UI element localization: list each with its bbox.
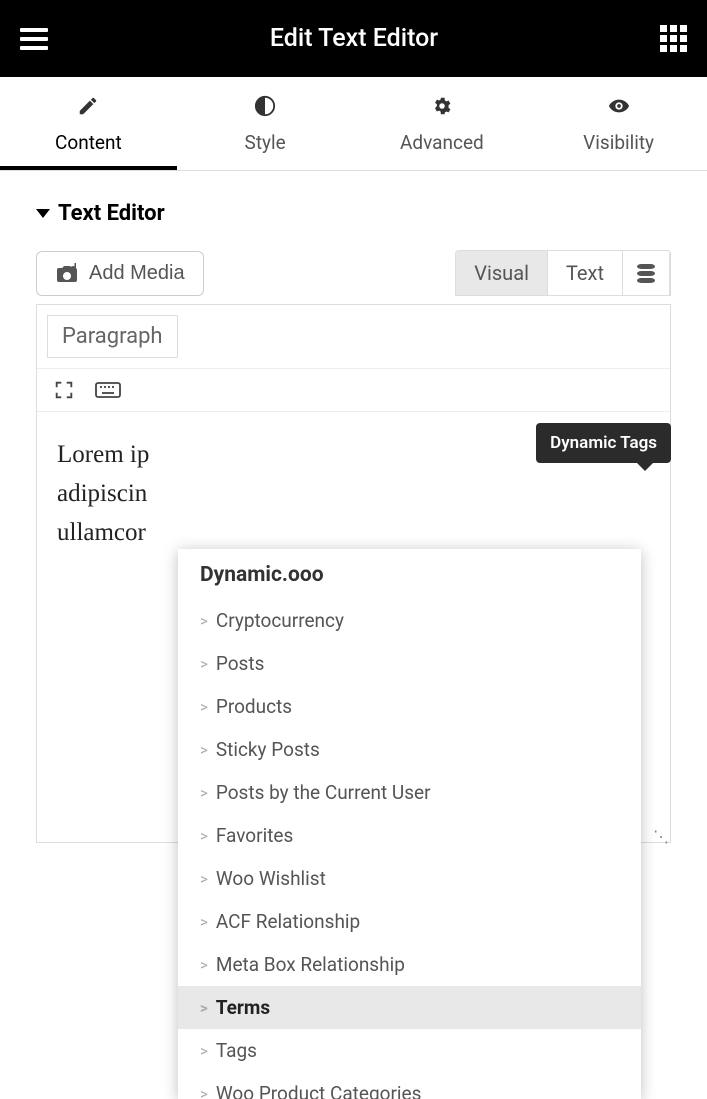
resize-handle[interactable]	[654, 826, 668, 840]
content-panel: Text Editor Add Media Visual Text Paragr…	[0, 171, 707, 843]
dropdown-item-label: Meta Box Relationship	[216, 953, 405, 976]
editor-text: Lorem ip adipiscin ullamcor	[57, 441, 149, 546]
section-header[interactable]: Text Editor	[36, 201, 671, 226]
chevron-right-icon: >	[200, 870, 208, 888]
tab-content[interactable]: Content	[0, 77, 177, 170]
add-media-label: Add Media	[89, 262, 185, 285]
page-title: Edit Text Editor	[270, 24, 438, 53]
dropdown-item[interactable]: > Favorites	[178, 814, 641, 857]
dynamic-tags-dropdown: Dynamic.ooo > Cryptocurrency > Posts > Produc…	[178, 549, 641, 1099]
dropdown-item-label: Posts	[216, 652, 265, 675]
chevron-right-icon: >	[200, 784, 208, 802]
caret-down-icon	[36, 209, 50, 218]
dropdown-item[interactable]: > Sticky Posts	[178, 728, 641, 771]
tab-text[interactable]: Text	[548, 251, 623, 295]
menu-icon[interactable]	[20, 28, 48, 50]
chevron-right-icon: >	[200, 741, 208, 759]
dynamic-tags-tooltip: Dynamic Tags	[536, 423, 671, 463]
dropdown-item-label: Terms	[216, 996, 270, 1019]
dropdown-item[interactable]: > Cryptocurrency	[178, 599, 641, 642]
tab-label: Visibility	[583, 131, 654, 154]
dropdown-item[interactable]: > Terms	[178, 986, 641, 1029]
tab-visibility[interactable]: Visibility	[530, 77, 707, 170]
tab-style[interactable]: Style	[177, 77, 354, 170]
chevron-right-icon: >	[200, 827, 208, 845]
dropdown-item-label: Woo Product Categories	[216, 1082, 422, 1099]
tab-visual[interactable]: Visual	[456, 251, 548, 295]
editor-format-bar: Paragraph	[37, 305, 670, 369]
tab-advanced[interactable]: Advanced	[354, 77, 531, 170]
dropdown-item[interactable]: > Products	[178, 685, 641, 728]
dropdown-item[interactable]: > Woo Product Categories	[178, 1072, 641, 1099]
chevron-right-icon: >	[200, 655, 208, 673]
section-title: Text Editor	[58, 201, 165, 226]
chevron-right-icon: >	[200, 612, 208, 630]
chevron-right-icon: >	[200, 1042, 208, 1060]
dropdown-item-label: Posts by the Current User	[216, 781, 431, 804]
tab-label: Style	[245, 131, 286, 154]
pencil-icon	[0, 95, 177, 123]
editor-mode-tabs: Visual Text	[455, 250, 671, 296]
chevron-right-icon: >	[200, 698, 208, 716]
tab-label: Content	[55, 131, 122, 154]
dynamic-tags-button[interactable]	[623, 251, 670, 295]
dropdown-item[interactable]: > Meta Box Relationship	[178, 943, 641, 986]
dropdown-item-label: Woo Wishlist	[216, 867, 326, 890]
dropdown-item[interactable]: > ACF Relationship	[178, 900, 641, 943]
chevron-right-icon: >	[200, 999, 208, 1017]
fullscreen-icon[interactable]	[51, 379, 77, 401]
chevron-right-icon: >	[200, 1085, 208, 1099]
main-tabs: Content Style Advanced Visibility	[0, 77, 707, 171]
add-media-button[interactable]: Add Media	[36, 251, 204, 296]
eye-icon	[530, 95, 707, 123]
editor-icon-row	[37, 369, 670, 412]
camera-music-icon	[55, 263, 79, 283]
dropdown-item-label: Sticky Posts	[216, 738, 320, 761]
database-icon	[637, 264, 655, 283]
dropdown-item[interactable]: > Woo Wishlist	[178, 857, 641, 900]
dropdown-item-label: Products	[216, 695, 292, 718]
keyboard-icon[interactable]	[95, 379, 121, 401]
editor-toolbar-row: Add Media Visual Text	[36, 250, 671, 296]
chevron-right-icon: >	[200, 913, 208, 931]
paragraph-select[interactable]: Paragraph	[47, 315, 178, 358]
dropdown-group-label: Dynamic.ooo	[178, 549, 641, 599]
dropdown-item[interactable]: > Posts by the Current User	[178, 771, 641, 814]
top-bar: Edit Text Editor	[0, 0, 707, 77]
dropdown-item[interactable]: > Posts	[178, 642, 641, 685]
dropdown-item-label: Favorites	[216, 824, 293, 847]
dropdown-item-label: ACF Relationship	[216, 910, 360, 933]
dropdown-item-label: Cryptocurrency	[216, 609, 344, 632]
gear-icon	[354, 95, 531, 123]
apps-icon[interactable]	[660, 25, 687, 52]
dropdown-item-label: Tags	[216, 1039, 257, 1062]
tab-label: Advanced	[400, 131, 484, 154]
dropdown-item[interactable]: > Tags	[178, 1029, 641, 1072]
contrast-icon	[177, 95, 354, 123]
chevron-right-icon: >	[200, 956, 208, 974]
